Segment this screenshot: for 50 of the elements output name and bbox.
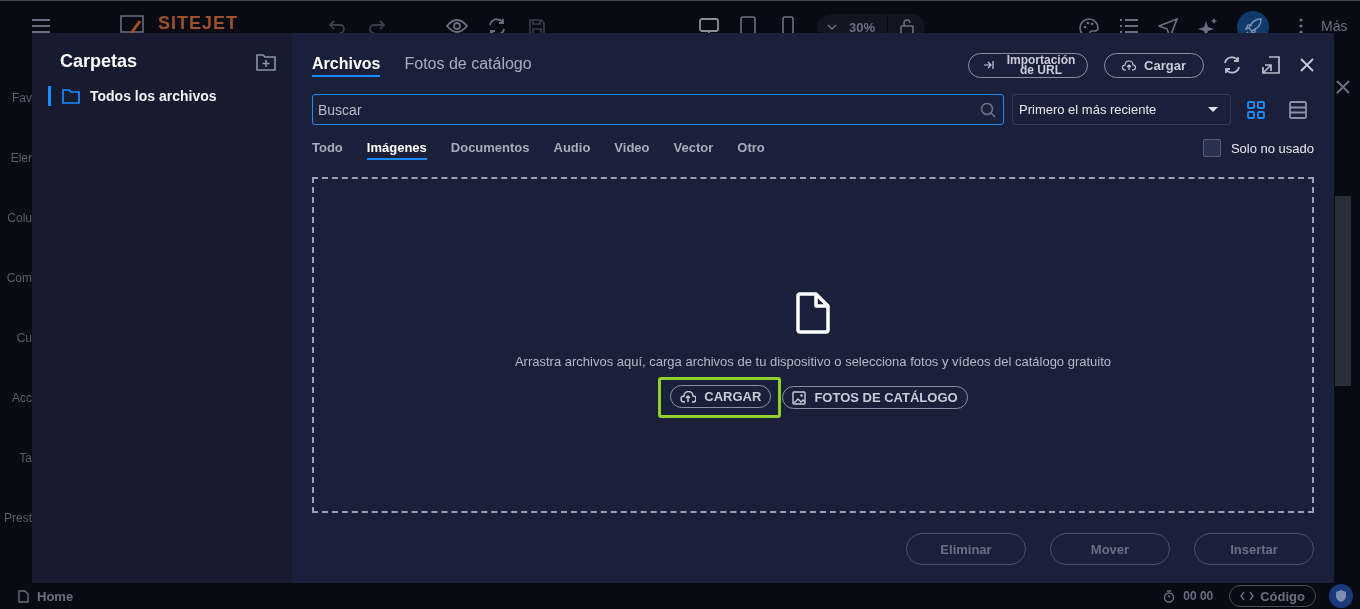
filter-tab[interactable]: Video (614, 136, 650, 160)
list-icon[interactable] (1119, 18, 1139, 34)
filter-tab[interactable]: Documentos (450, 136, 530, 160)
rocket-icon (1244, 18, 1262, 36)
dropdown-arrow-icon (1208, 107, 1218, 112)
filter-tab[interactable]: Vector (673, 136, 714, 160)
checkbox-label[interactable]: Solo no usado (1230, 140, 1314, 156)
scrollbar[interactable] (1335, 196, 1351, 386)
file-icon (796, 292, 830, 334)
cloud-upload-icon (680, 390, 697, 403)
cloud-upload-icon (1122, 59, 1137, 71)
folder-add-icon[interactable] (256, 52, 276, 71)
drop-zone[interactable]: Arrastra archivos aquí, carga archivos de tu dispositivo o selecciona fotos y vídeos del catálogo gratuito CARGAR FOTOS DE CATÁLOGO (312, 177, 1314, 513)
chevron-down-icon (827, 24, 837, 30)
search-icon (980, 102, 996, 118)
collapse-icon[interactable] (1262, 56, 1280, 74)
refresh-icon[interactable] (487, 18, 507, 36)
menu-icon[interactable] (31, 18, 51, 34)
search-field[interactable]: Buscar (312, 94, 1004, 125)
lock-icon[interactable] (900, 19, 915, 35)
tab[interactable]: Fotos de catálogo (404, 53, 532, 77)
grid-view-icon[interactable] (1247, 100, 1265, 119)
refresh-icon[interactable] (1222, 56, 1242, 74)
drop-message: Arrastra archivos aquí, carga archivos de tu dispositivo o selecciona fotos y vídeos del catálogo gratuito (514, 354, 1112, 369)
tab[interactable]: Archivos (312, 53, 381, 77)
desktop-icon[interactable] (699, 18, 719, 36)
page-icon (18, 589, 29, 603)
zoom-level: 30% (849, 19, 876, 35)
timer-icon (1163, 589, 1176, 603)
sort-dropdown[interactable]: Primero el más reciente (1012, 94, 1231, 125)
logo-text: SITEJET (158, 13, 239, 34)
panel-title: Carpetas (60, 51, 138, 72)
filter-tab[interactable]: Audio (553, 136, 591, 160)
more-label[interactable]: Más (1321, 18, 1348, 34)
list-view-icon[interactable] (1289, 100, 1307, 119)
timer-text: 00 00 (1183, 589, 1214, 603)
filter-tab[interactable]: Otro (737, 136, 765, 160)
filter-tab[interactable]: Imágenes (366, 136, 427, 160)
more-icon[interactable] (1299, 18, 1303, 34)
import-icon (983, 60, 995, 70)
folder-item[interactable]: Todos los archivos (48, 86, 276, 106)
page-name[interactable]: Home (37, 588, 74, 604)
image-icon (792, 390, 807, 405)
code-icon (1240, 591, 1255, 601)
folder-icon (62, 88, 80, 104)
shield-badge[interactable] (1329, 584, 1353, 608)
filter-tab[interactable]: Todo (312, 136, 343, 160)
eye-icon[interactable] (446, 18, 468, 34)
shield-icon (1335, 589, 1347, 603)
checkbox[interactable] (1202, 139, 1221, 157)
